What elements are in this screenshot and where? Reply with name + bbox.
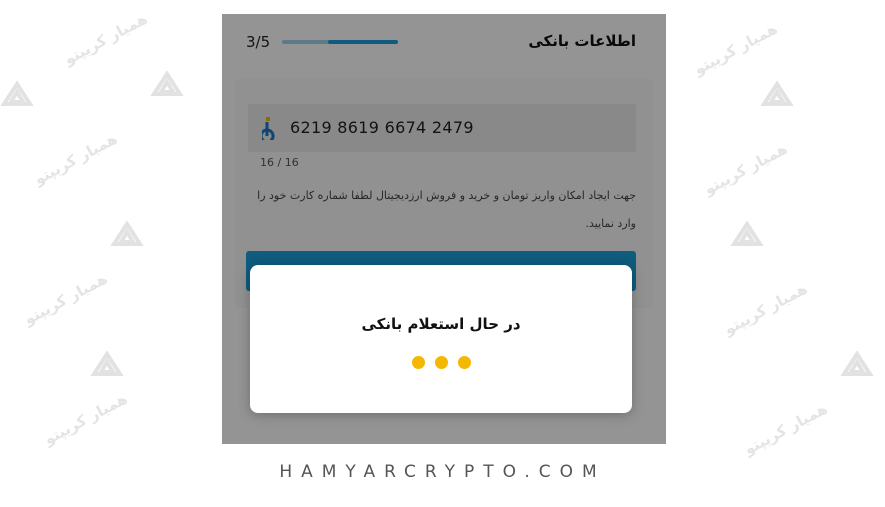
- watermark-text: همیار کریپتو: [41, 389, 131, 449]
- site-footer: HAMYARCRYPTO.COM: [279, 462, 606, 482]
- watermark-text: همیار کریپتو: [701, 139, 791, 199]
- hamyarcrypto-logo-icon: [150, 70, 184, 96]
- loading-dots-icon: [250, 356, 632, 369]
- watermark-text: همیار کریپتو: [61, 9, 151, 69]
- loading-dialog: در حال استعلام بانکی: [250, 265, 632, 413]
- watermark-text: همیار کریپتو: [741, 399, 831, 459]
- hamyarcrypto-logo-icon: [730, 220, 764, 246]
- watermark-text: همیار کریپتو: [721, 279, 811, 339]
- loading-dot: [457, 356, 471, 369]
- loading-dot: [434, 356, 448, 369]
- watermark-text: همیار کریپتو: [691, 19, 781, 79]
- hamyarcrypto-logo-icon: [90, 350, 124, 376]
- hamyarcrypto-logo-icon: [0, 80, 34, 106]
- dialog-title: در حال استعلام بانکی: [361, 315, 521, 333]
- loading-dot: [411, 356, 425, 369]
- hamyarcrypto-logo-icon: [840, 350, 874, 376]
- hamyarcrypto-logo-icon: [760, 80, 794, 106]
- watermark-text: همیار کریپتو: [31, 129, 121, 189]
- hamyarcrypto-logo-icon: [110, 220, 144, 246]
- watermark-text: همیار کریپتو: [21, 269, 111, 329]
